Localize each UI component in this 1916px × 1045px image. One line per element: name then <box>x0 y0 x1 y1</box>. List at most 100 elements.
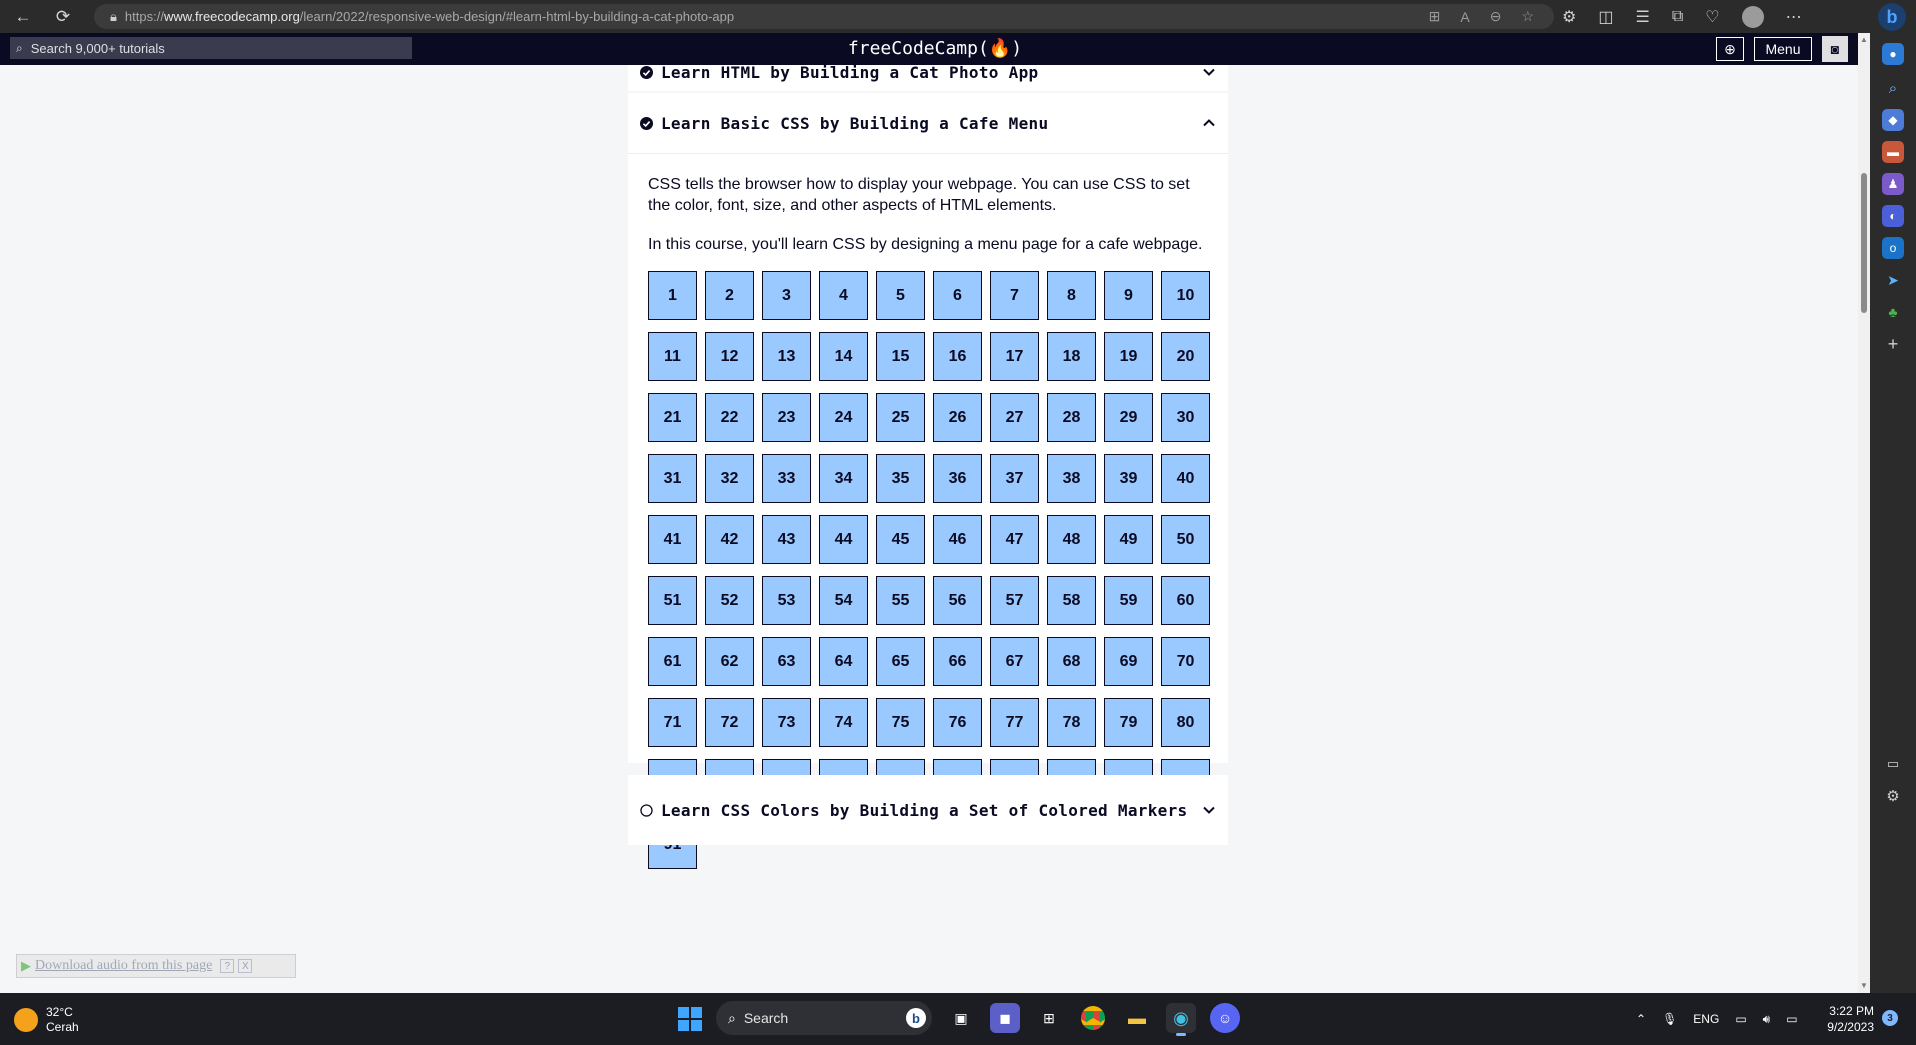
step-button[interactable]: 19 <box>1104 332 1153 381</box>
step-button[interactable]: 65 <box>876 637 925 686</box>
page-scrollbar[interactable]: ▲ ▼ <box>1858 33 1870 993</box>
step-button[interactable]: 1 <box>648 271 697 320</box>
step-button[interactable]: 47 <box>990 515 1039 564</box>
step-button[interactable]: 21 <box>648 393 697 442</box>
tools-icon[interactable]: ▬ <box>1882 141 1904 163</box>
step-button[interactable]: 52 <box>705 576 754 625</box>
tray-chevron-up-icon[interactable]: ⌃ <box>1636 1012 1646 1026</box>
profile-avatar[interactable] <box>1741 5 1764 28</box>
favorites-icon[interactable]: ☰ <box>1635 7 1649 27</box>
step-button[interactable]: 26 <box>933 393 982 442</box>
step-button[interactable]: 36 <box>933 454 982 503</box>
task-view-icon[interactable]: ▣ <box>946 1003 976 1033</box>
step-button[interactable]: 49 <box>1104 515 1153 564</box>
step-button[interactable]: 30 <box>1161 393 1210 442</box>
volume-icon[interactable]: 🔊︎ <box>1763 1012 1771 1027</box>
step-button[interactable]: 2 <box>705 271 754 320</box>
language-indicator[interactable]: ENG <box>1693 1012 1719 1026</box>
more-options-icon[interactable]: ⋯ <box>1786 7 1802 27</box>
step-button[interactable]: 43 <box>762 515 811 564</box>
discord-icon[interactable]: ☺ <box>1210 1003 1240 1033</box>
copilot-icon[interactable]: ● <box>1882 43 1904 65</box>
shopping-tag-icon[interactable]: ◆ <box>1882 109 1904 131</box>
step-button[interactable]: 45 <box>876 515 925 564</box>
step-button[interactable]: 79 <box>1104 698 1153 747</box>
file-explorer-icon[interactable]: ▬ <box>1122 1003 1152 1033</box>
step-button[interactable]: 40 <box>1161 454 1210 503</box>
step-button[interactable]: 33 <box>762 454 811 503</box>
step-button[interactable]: 38 <box>1047 454 1096 503</box>
user-avatar[interactable]: ◙ <box>1822 36 1848 62</box>
scroll-thumb[interactable] <box>1861 173 1867 313</box>
step-button[interactable]: 80 <box>1161 698 1210 747</box>
scroll-down-arrow-icon[interactable]: ▼ <box>1859 981 1869 991</box>
step-button[interactable]: 32 <box>705 454 754 503</box>
split-screen-icon[interactable]: ◫ <box>1598 7 1613 27</box>
step-button[interactable]: 60 <box>1161 576 1210 625</box>
performance-icon[interactable]: ♡ <box>1705 7 1719 27</box>
close-button[interactable]: X <box>238 959 253 973</box>
fcc-search-box[interactable]: ⌕ <box>10 37 412 59</box>
battery-icon[interactable]: ▭ <box>1786 1012 1797 1026</box>
collections-icon[interactable]: ⧉ <box>1672 8 1683 26</box>
search-input[interactable] <box>30 40 391 56</box>
taskbar-clock[interactable]: 3:22 PM 9/2/2023 <box>1818 1003 1874 1035</box>
step-button[interactable]: 3 <box>762 271 811 320</box>
step-button[interactable]: 62 <box>705 637 754 686</box>
step-button[interactable]: 77 <box>990 698 1039 747</box>
sidebar-toggle-icon[interactable]: ▭ <box>1882 753 1904 775</box>
language-globe-icon[interactable]: ⊕ <box>1716 37 1744 61</box>
block-header-cafe-menu[interactable]: Learn Basic CSS by Building a Cafe Menu <box>628 93 1228 153</box>
block-header-cat-photo-app[interactable]: Learn HTML by Building a Cat Photo App <box>628 65 1228 91</box>
step-button[interactable]: 37 <box>990 454 1039 503</box>
chrome-icon[interactable] <box>1078 1003 1108 1033</box>
step-button[interactable]: 14 <box>819 332 868 381</box>
extensions-icon[interactable]: ⚙ <box>1562 7 1576 27</box>
step-button[interactable]: 13 <box>762 332 811 381</box>
weather-widget[interactable]: 32°C Cerah <box>14 1005 79 1035</box>
step-button[interactable]: 76 <box>933 698 982 747</box>
step-button[interactable]: 22 <box>705 393 754 442</box>
step-button[interactable]: 58 <box>1047 576 1096 625</box>
step-button[interactable]: 20 <box>1161 332 1210 381</box>
bing-copilot-icon[interactable]: b <box>1878 3 1906 31</box>
microphone-icon[interactable]: 🎙︎ <box>1662 1012 1677 1026</box>
telegram-icon[interactable]: ➤ <box>1882 269 1904 291</box>
outlook-icon[interactable]: o <box>1882 237 1904 259</box>
step-button[interactable]: 11 <box>648 332 697 381</box>
step-button[interactable]: 57 <box>990 576 1039 625</box>
step-button[interactable]: 44 <box>819 515 868 564</box>
step-button[interactable]: 53 <box>762 576 811 625</box>
step-button[interactable]: 67 <box>990 637 1039 686</box>
scroll-up-arrow-icon[interactable]: ▲ <box>1859 35 1869 45</box>
bing-icon[interactable]: b <box>906 1008 926 1028</box>
refresh-icon[interactable]: ⟳ <box>50 4 76 30</box>
step-button[interactable]: 41 <box>648 515 697 564</box>
menu-button[interactable]: Menu <box>1754 37 1812 61</box>
zoom-icon[interactable]: ⊖ <box>1490 8 1502 25</box>
step-button[interactable]: 48 <box>1047 515 1096 564</box>
microsoft-365-icon[interactable]: ◐ <box>1882 205 1904 227</box>
edge-icon[interactable]: ◉ <box>1166 1003 1196 1036</box>
step-button[interactable]: 6 <box>933 271 982 320</box>
step-button[interactable]: 39 <box>1104 454 1153 503</box>
download-audio-link[interactable]: Download audio from this page <box>35 958 212 974</box>
step-button[interactable]: 68 <box>1047 637 1096 686</box>
read-aloud-icon[interactable]: A <box>1460 9 1469 25</box>
step-button[interactable]: 70 <box>1161 637 1210 686</box>
notification-badge[interactable]: 3 <box>1882 1010 1898 1026</box>
step-button[interactable]: 18 <box>1047 332 1096 381</box>
step-button[interactable]: 73 <box>762 698 811 747</box>
taskbar-search[interactable]: ⌕ Search b <box>716 1001 932 1035</box>
step-button[interactable]: 66 <box>933 637 982 686</box>
favorite-star-icon[interactable]: ☆ <box>1521 8 1534 25</box>
step-button[interactable]: 69 <box>1104 637 1153 686</box>
step-button[interactable]: 75 <box>876 698 925 747</box>
step-button[interactable]: 64 <box>819 637 868 686</box>
step-button[interactable]: 61 <box>648 637 697 686</box>
tree-icon[interactable]: ♣ <box>1882 301 1904 323</box>
step-button[interactable]: 63 <box>762 637 811 686</box>
back-icon[interactable]: ← <box>10 4 36 30</box>
step-button[interactable]: 72 <box>705 698 754 747</box>
teams-chat-icon[interactable]: ◼ <box>990 1003 1020 1033</box>
